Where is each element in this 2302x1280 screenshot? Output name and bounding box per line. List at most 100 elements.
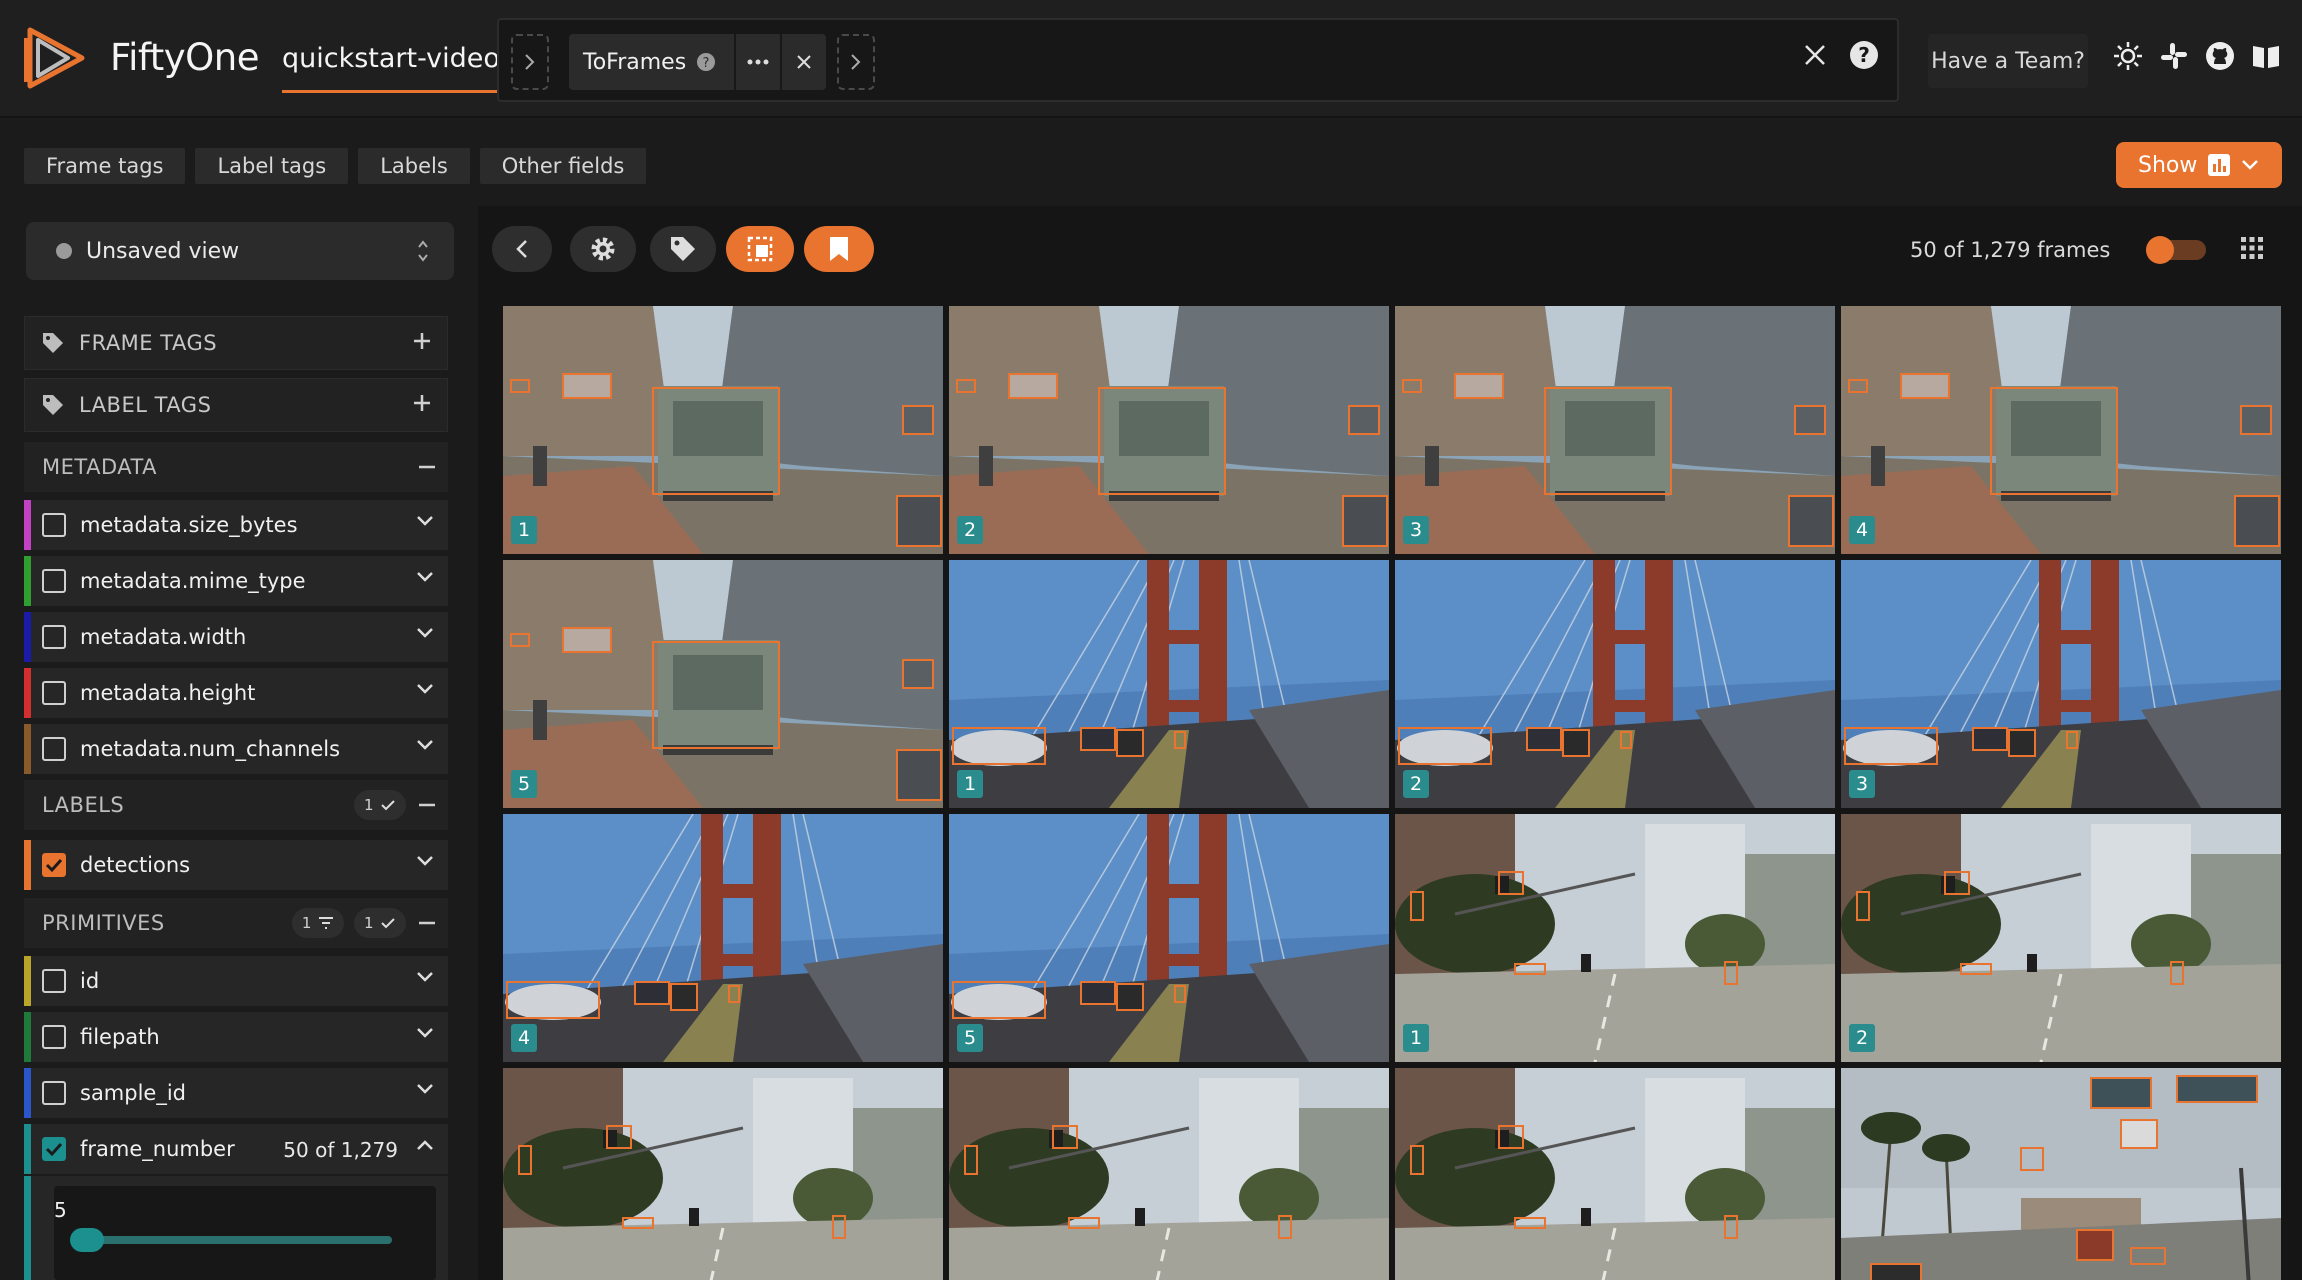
sample-tile[interactable]: [503, 1068, 943, 1280]
sample-tile[interactable]: 3: [1841, 560, 2281, 808]
field-metadata-width[interactable]: metadata.width: [24, 612, 448, 662]
stage-remove-button[interactable]: [780, 34, 827, 90]
help-icon[interactable]: ?: [1849, 40, 1879, 70]
labels-visible-count[interactable]: 1: [353, 790, 406, 820]
field-detections[interactable]: detections: [24, 840, 448, 890]
view-stage[interactable]: ToFrames ?: [569, 34, 827, 90]
field-color-bar: [24, 668, 31, 718]
clear-view-icon[interactable]: [1803, 43, 1827, 67]
field-color-bar: [24, 724, 31, 774]
sample-tile[interactable]: 2: [1395, 560, 1835, 808]
stage-name[interactable]: ToFrames ?: [569, 34, 735, 90]
field-frame-number[interactable]: frame_number 50 of 1,279: [24, 1124, 448, 1174]
add-stage-right-button[interactable]: [837, 34, 875, 90]
chevron-down-icon[interactable]: [416, 515, 434, 527]
sample-tile[interactable]: 1: [1395, 814, 1835, 1062]
sun-icon[interactable]: [2112, 40, 2144, 72]
range-slider-thumb[interactable]: [70, 1228, 104, 1252]
sample-tile[interactable]: 3: [1395, 306, 1835, 554]
save-view-button[interactable]: [804, 226, 874, 272]
saved-views-selector[interactable]: Unsaved view: [26, 222, 454, 280]
field-checkbox[interactable]: [42, 569, 66, 593]
fiftyone-logo-icon[interactable]: [22, 24, 90, 92]
chevron-down-icon[interactable]: [416, 855, 434, 867]
field-checkbox[interactable]: [42, 625, 66, 649]
chevron-down-icon[interactable]: [416, 627, 434, 639]
sample-tile[interactable]: 2: [949, 306, 1389, 554]
field-checkbox[interactable]: [42, 513, 66, 537]
tab-label-tags[interactable]: Label tags: [195, 148, 349, 184]
sample-tile[interactable]: [949, 1068, 1389, 1280]
dataset-selector[interactable]: quickstart-video: [282, 43, 500, 93]
chevron-down-icon[interactable]: [416, 571, 434, 583]
chevron-down-icon[interactable]: [416, 971, 434, 983]
sample-tile[interactable]: 1: [949, 560, 1389, 808]
field-checkbox-checked[interactable]: [42, 853, 66, 877]
sample-tile[interactable]: [1841, 1068, 2281, 1280]
field-checkbox[interactable]: [42, 1081, 66, 1105]
sample-tile[interactable]: [1395, 1068, 1835, 1280]
grid-zoom-slider[interactable]: [2146, 236, 2206, 264]
field-checkbox-checked[interactable]: [42, 1137, 66, 1161]
minus-icon[interactable]: [416, 456, 438, 478]
sample-tile[interactable]: 5: [949, 814, 1389, 1062]
have-a-team-button[interactable]: Have a Team?: [1928, 34, 2088, 88]
field-color-bar: [24, 1068, 31, 1118]
field-id[interactable]: id: [24, 956, 448, 1006]
section-metadata[interactable]: METADATA: [24, 442, 448, 492]
chevron-down-icon[interactable]: [416, 739, 434, 751]
primitives-filter-count[interactable]: 1: [291, 908, 344, 938]
chevron-down-icon[interactable]: [416, 1083, 434, 1095]
settings-button[interactable]: [570, 226, 636, 272]
github-icon[interactable]: [2204, 40, 2236, 72]
field-checkbox[interactable]: [42, 681, 66, 705]
plus-icon[interactable]: [411, 392, 433, 414]
minus-icon[interactable]: [416, 794, 438, 816]
add-stage-left-button[interactable]: [511, 34, 549, 90]
chevron-down-icon[interactable]: [416, 683, 434, 695]
sample-tile[interactable]: 1: [503, 306, 943, 554]
chevron-down-icon[interactable]: [416, 1027, 434, 1039]
field-metadata-mime-type[interactable]: metadata.mime_type: [24, 556, 448, 606]
sample-tile[interactable]: 2: [1841, 814, 2281, 1062]
field-checkbox[interactable]: [42, 1025, 66, 1049]
field-metadata-height[interactable]: metadata.height: [24, 668, 448, 718]
sample-tile[interactable]: 5: [503, 560, 943, 808]
grid-icon[interactable]: [2240, 236, 2264, 260]
section-primitives[interactable]: PRIMITIVES 1 1: [24, 898, 448, 948]
field-filepath[interactable]: filepath: [24, 1012, 448, 1062]
section-labels[interactable]: LABELS 1: [24, 780, 448, 830]
field-checkbox[interactable]: [42, 969, 66, 993]
back-button[interactable]: [492, 226, 552, 272]
view-bar[interactable]: ToFrames ? ?: [497, 18, 1899, 102]
show-button[interactable]: Show: [2116, 142, 2282, 188]
frame-number-badge: 5: [511, 770, 537, 798]
chevron-up-icon[interactable]: [416, 1139, 434, 1151]
more-icon: [747, 59, 769, 65]
sample-tile[interactable]: 4: [1841, 306, 2281, 554]
frame-number-badge: 5: [957, 1024, 983, 1052]
primitives-visible-count[interactable]: 1: [353, 908, 406, 938]
slider-knob[interactable]: [2146, 236, 2174, 264]
tag-button[interactable]: [650, 226, 716, 272]
range-slider-track[interactable]: [84, 1236, 392, 1244]
minus-icon[interactable]: [416, 912, 438, 934]
field-metadata-size-bytes[interactable]: metadata.size_bytes: [24, 500, 448, 550]
tab-frame-tags[interactable]: Frame tags: [24, 148, 186, 184]
group-frame-tags[interactable]: FRAME TAGS: [24, 316, 448, 370]
patches-button[interactable]: [726, 226, 794, 272]
sample-tile[interactable]: 4: [503, 814, 943, 1062]
field-checkbox[interactable]: [42, 737, 66, 761]
tab-labels[interactable]: Labels: [358, 148, 470, 184]
help-icon[interactable]: ?: [696, 52, 716, 72]
docs-icon[interactable]: [2250, 40, 2282, 72]
plus-icon[interactable]: [411, 330, 433, 352]
tab-other-fields[interactable]: Other fields: [479, 148, 647, 184]
group-label-tags[interactable]: LABEL TAGS: [24, 378, 448, 432]
field-metadata-num-channels[interactable]: metadata.num_channels: [24, 724, 448, 774]
tag-icon: [671, 237, 695, 261]
tag-icon: [43, 333, 63, 353]
stage-options-button[interactable]: [734, 34, 781, 90]
field-sample-id[interactable]: sample_id: [24, 1068, 448, 1118]
slack-icon[interactable]: [2158, 40, 2190, 72]
